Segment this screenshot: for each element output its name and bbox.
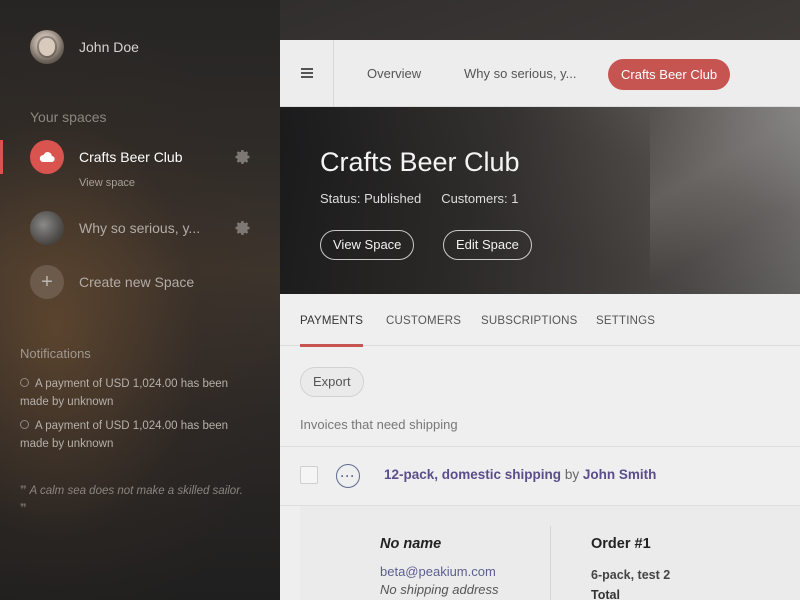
top-bar: Overview Why so serious, y... Crafts Bee… xyxy=(280,40,800,107)
nav-why-so-serious[interactable]: Why so serious, y... xyxy=(464,40,576,107)
more-options-icon[interactable]: ··· xyxy=(336,464,360,488)
divider xyxy=(550,526,551,600)
main-panel: Overview Why so serious, y... Crafts Bee… xyxy=(280,40,800,600)
notification-text: A payment of USD 1,024.00 has been made … xyxy=(20,378,229,408)
quote-open-icon: ❞ xyxy=(20,485,27,497)
product-link[interactable]: 12-pack, domestic shipping xyxy=(384,467,561,482)
customers-count: Customers: 1 xyxy=(441,191,519,206)
tab-settings[interactable]: SETTINGS xyxy=(596,294,655,346)
customer-name: No name xyxy=(380,536,442,552)
quote: ❞ A calm sea does not make a skilled sai… xyxy=(20,482,245,518)
sidebar-space-label: Why so serious, y... xyxy=(79,220,201,236)
order-total-label: Total xyxy=(591,588,620,600)
cloud-icon xyxy=(30,140,64,174)
sidebar-space-why-so-serious[interactable]: Why so serious, y... xyxy=(30,211,252,245)
customer-link[interactable]: John Smith xyxy=(583,467,657,482)
create-space-label: Create new Space xyxy=(79,274,195,290)
order-item: 6-pack, test 2 xyxy=(591,568,671,582)
view-space-link[interactable]: View space xyxy=(79,177,135,189)
quote-close-icon: ❞ xyxy=(20,503,27,515)
section-label: Invoices that need shipping xyxy=(300,417,458,432)
invoice-detail: No name beta@peakium.com No shipping add… xyxy=(300,506,800,600)
table-row[interactable]: ··· 12-pack, domestic shipping by John S… xyxy=(280,446,800,506)
create-space-button[interactable]: + Create new Space xyxy=(30,265,252,299)
export-button[interactable]: Export xyxy=(300,367,364,397)
menu-button[interactable] xyxy=(280,40,334,107)
gear-icon[interactable] xyxy=(234,148,252,166)
space-title: Crafts Beer Club xyxy=(320,147,520,177)
avatar[interactable] xyxy=(30,30,64,64)
view-space-button[interactable]: View Space xyxy=(320,230,415,260)
sidebar: John Doe Your spaces Crafts Beer Club Vi… xyxy=(0,0,280,600)
notification-item[interactable]: A payment of USD 1,024.00 has been made … xyxy=(20,375,245,411)
by-text: by xyxy=(564,467,580,482)
circle-icon xyxy=(20,420,29,429)
quote-text: A calm sea does not make a skilled sailo… xyxy=(29,485,243,497)
notifications-heading: Notifications xyxy=(20,346,91,361)
gear-icon[interactable] xyxy=(234,219,252,237)
tab-payments[interactable]: PAYMENTS xyxy=(300,294,364,347)
user-profile[interactable]: John Doe xyxy=(30,30,139,64)
circle-icon xyxy=(20,378,29,387)
order-title: Order #1 xyxy=(591,536,651,552)
row-checkbox[interactable] xyxy=(300,466,318,484)
tab-bar: PAYMENTS CUSTOMERS SUBSCRIPTIONS SETTING… xyxy=(280,294,800,347)
nav-overview[interactable]: Overview xyxy=(367,40,421,107)
spaces-heading: Your spaces xyxy=(30,109,107,125)
shipping-address: No shipping address xyxy=(380,582,499,597)
status-text: Status: Published xyxy=(320,191,422,206)
invoice-summary: 12-pack, domestic shipping by John Smith xyxy=(384,467,656,482)
username: John Doe xyxy=(79,39,139,55)
space-thumbnail xyxy=(30,211,64,245)
nav-crafts-beer-club[interactable]: Crafts Beer Club xyxy=(608,59,731,90)
sidebar-space-crafts-beer-club[interactable]: Crafts Beer Club xyxy=(30,140,252,174)
hamburger-icon xyxy=(300,65,313,83)
notification-text: A payment of USD 1,024.00 has been made … xyxy=(20,420,229,450)
space-meta: Status: Published Customers: 1 xyxy=(320,191,519,206)
sidebar-space-label: Crafts Beer Club xyxy=(79,149,183,165)
customer-email[interactable]: beta@peakium.com xyxy=(380,564,496,579)
tab-customers[interactable]: CUSTOMERS xyxy=(386,294,461,346)
active-indicator xyxy=(0,140,3,174)
tab-subscriptions[interactable]: SUBSCRIPTIONS xyxy=(481,294,578,346)
space-hero: Crafts Beer Club Status: Published Custom… xyxy=(280,107,800,294)
notification-item[interactable]: A payment of USD 1,024.00 has been made … xyxy=(20,417,245,453)
edit-space-button[interactable]: Edit Space xyxy=(443,230,532,260)
plus-icon: + xyxy=(30,265,64,299)
